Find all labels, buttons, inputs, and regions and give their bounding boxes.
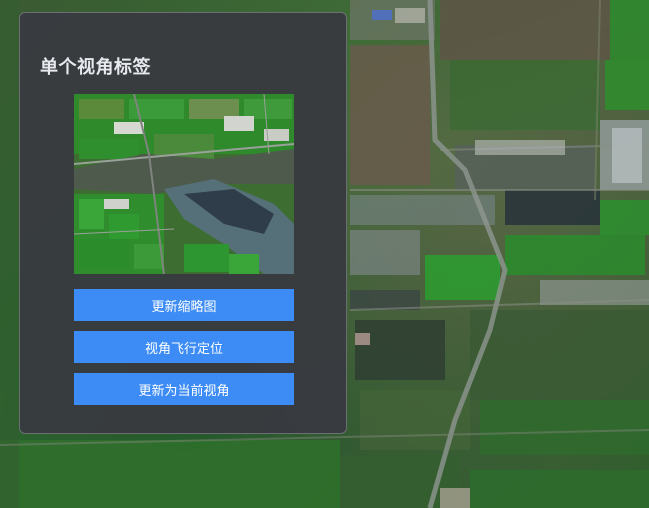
- panel-title: 单个视角标签: [40, 57, 151, 78]
- fly-to-view-button[interactable]: 视角飞行定位: [74, 331, 294, 363]
- view-thumbnail-image: [74, 94, 294, 274]
- update-thumbnail-button[interactable]: 更新缩略图: [74, 289, 294, 321]
- thumbnail-satellite-graphic: [74, 94, 294, 274]
- update-to-current-view-button[interactable]: 更新为当前视角: [74, 373, 294, 405]
- view-tag-panel: 单个视角标签 更新缩略图 视角飞行定位 更新为当前视角: [19, 12, 347, 434]
